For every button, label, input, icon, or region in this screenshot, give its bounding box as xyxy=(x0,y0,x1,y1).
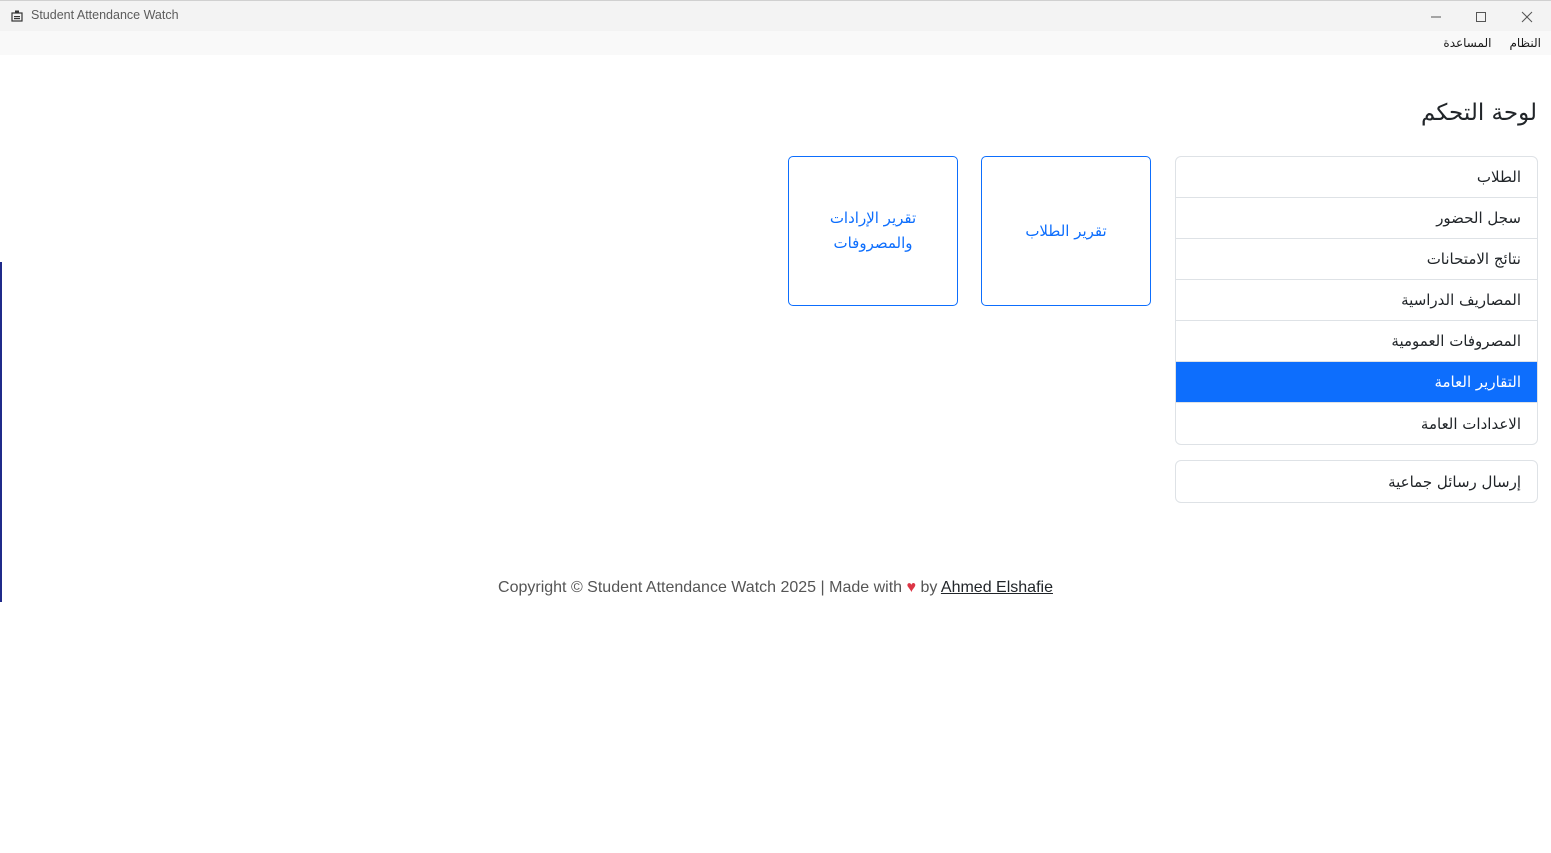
heart-icon: ♥ xyxy=(906,579,917,596)
window-edge-accent xyxy=(0,262,2,602)
author-link[interactable]: Ahmed Elshafie xyxy=(941,579,1053,596)
menu-system[interactable]: النظام xyxy=(1509,36,1541,50)
sidebar-item-general-settings[interactable]: الاعدادات العامة xyxy=(1176,403,1537,444)
sidebar-item-students[interactable]: الطلاب xyxy=(1176,157,1537,198)
minimize-button[interactable] xyxy=(1413,1,1459,32)
window-title: Student Attendance Watch xyxy=(31,8,179,22)
finance-report-card[interactable]: تقرير الإرادات والمصروفات xyxy=(788,156,958,306)
finance-report-label: تقرير الإرادات والمصروفات xyxy=(829,209,917,252)
sidebar-item-bulk-messages[interactable]: إرسال رسائل جماعية xyxy=(1176,461,1537,502)
footer-copyright: Copyright © Student Attendance Watch 202… xyxy=(498,579,907,596)
sidebar-nav: الطلاب سجل الحضور نتائج الامتحانات المصا… xyxy=(1175,156,1538,445)
minimize-icon xyxy=(1431,16,1441,17)
close-icon xyxy=(1521,11,1533,22)
students-report-label: تقرير الطلاب xyxy=(1025,221,1107,240)
menu-help[interactable]: المساعدة xyxy=(1443,36,1491,50)
footer-by: by xyxy=(916,579,941,596)
students-report-card[interactable]: تقرير الطلاب xyxy=(981,156,1151,306)
maximize-icon xyxy=(1476,11,1486,22)
title-bar: Student Attendance Watch xyxy=(0,0,1551,31)
sidebar-item-exam-results[interactable]: نتائج الامتحانات xyxy=(1176,239,1537,280)
app-icon xyxy=(11,10,23,22)
sidebar-item-general-expenses[interactable]: المصروفات العمومية xyxy=(1176,321,1537,362)
page-title: لوحة التحكم xyxy=(1421,100,1537,126)
menu-bar: النظام المساعدة xyxy=(0,31,1551,55)
sidebar-nav-secondary: إرسال رسائل جماعية xyxy=(1175,460,1538,503)
sidebar-item-general-reports[interactable]: التقارير العامة xyxy=(1176,362,1537,403)
sidebar-item-attendance[interactable]: سجل الحضور xyxy=(1176,198,1537,239)
sidebar-item-tuition-fees[interactable]: المصاريف الدراسية xyxy=(1176,280,1537,321)
footer: Copyright © Student Attendance Watch 202… xyxy=(0,579,1551,597)
maximize-button[interactable] xyxy=(1458,1,1504,32)
close-button[interactable] xyxy=(1504,1,1550,32)
